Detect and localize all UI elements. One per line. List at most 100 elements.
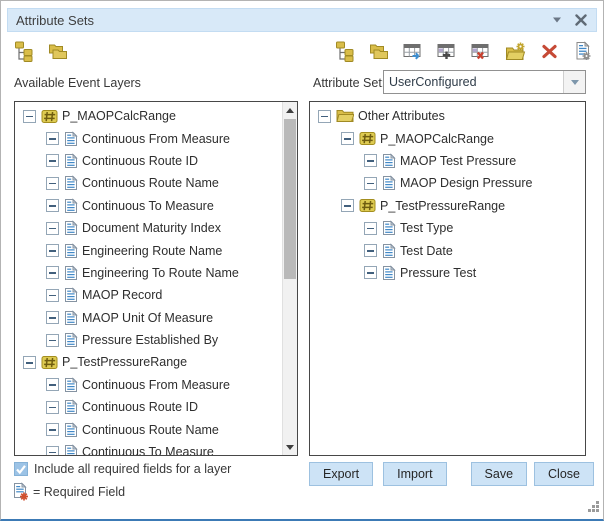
tree-item[interactable]: Engineering To Route Name (15, 262, 282, 284)
close-icon[interactable] (572, 11, 590, 29)
tree-item[interactable]: Continuous From Measure (15, 127, 282, 149)
collapse-all-icon[interactable] (47, 40, 69, 62)
collapse-toggle[interactable] (364, 222, 377, 235)
tree-item[interactable]: Continuous Route ID (15, 396, 282, 418)
tree-item-label: Document Maturity Index (82, 221, 221, 235)
delete-x-icon[interactable] (538, 40, 560, 62)
field-document-icon (64, 198, 78, 214)
collapse-toggle[interactable] (46, 311, 59, 324)
footer-buttons: Export Import SaveClose (309, 462, 594, 486)
tree-item[interactable]: Other Attributes (310, 105, 585, 127)
collapse-toggle[interactable] (46, 177, 59, 190)
collapse-toggle[interactable] (46, 423, 59, 436)
collapse-toggle[interactable] (364, 177, 377, 190)
left-panel-scrollbar[interactable] (282, 102, 297, 455)
tree-item-label: Continuous From Measure (82, 378, 230, 392)
collapse-toggle[interactable] (46, 401, 59, 414)
attribute-set-label: Attribute Set: (313, 76, 385, 90)
tree-item-label: Continuous To Measure (82, 445, 214, 455)
export-button[interactable]: Export (309, 462, 373, 486)
import-button[interactable]: Import (383, 462, 446, 486)
field-document-icon (64, 243, 78, 259)
tree-item[interactable]: Continuous Route Name (15, 172, 282, 194)
expand-all-icon[interactable] (13, 40, 35, 62)
collapse-toggle[interactable] (46, 199, 59, 212)
attribute-set-tree-panel: Other AttributesP_MAOPCalcRange MAOP Test… (309, 101, 586, 456)
required-field-legend: = Required Field (13, 482, 125, 501)
collapse-toggle[interactable] (23, 110, 36, 123)
include-required-fields-checkbox[interactable] (14, 462, 28, 476)
tree-item[interactable]: Continuous To Measure (15, 441, 282, 455)
field-document-icon (64, 175, 78, 191)
expand-all-icon[interactable] (334, 40, 356, 62)
collapse-toggle[interactable] (46, 334, 59, 347)
tree-item[interactable]: MAOP Design Pressure (310, 172, 585, 194)
table-arrow-icon[interactable] (402, 40, 424, 62)
toolbar-right-group (334, 39, 594, 63)
tree-item[interactable]: P_TestPressureRange (15, 351, 282, 373)
field-document-icon (382, 175, 396, 191)
collapse-toggle[interactable] (46, 266, 59, 279)
tree-item[interactable]: Pressure Established By (15, 329, 282, 351)
tree-item[interactable]: MAOP Record (15, 284, 282, 306)
tree-item[interactable]: P_TestPressureRange (310, 195, 585, 217)
tree-item[interactable]: Continuous To Measure (15, 195, 282, 217)
tree-item[interactable]: Continuous Route ID (15, 150, 282, 172)
event-layer-icon (41, 355, 58, 370)
collapse-caret-icon[interactable] (548, 11, 566, 29)
tree-item-label: Pressure Test (400, 266, 476, 280)
scroll-up-arrow-icon[interactable] (283, 103, 297, 117)
collapse-toggle[interactable] (364, 266, 377, 279)
titlebar-controls (548, 11, 590, 29)
close-button[interactable]: Close (534, 462, 594, 486)
include-required-fields-label: Include all required fields for a layer (34, 462, 231, 476)
tree-item[interactable]: Engineering Route Name (15, 239, 282, 261)
save-button[interactable]: Save (471, 462, 528, 486)
titlebar: Attribute Sets (7, 8, 597, 32)
tree-item[interactable]: Continuous From Measure (15, 374, 282, 396)
collapse-toggle[interactable] (364, 154, 377, 167)
collapse-toggle[interactable] (23, 356, 36, 369)
tree-item-label: Continuous Route Name (82, 423, 219, 437)
document-gear-icon[interactable] (572, 40, 594, 62)
collapse-toggle[interactable] (341, 132, 354, 145)
field-document-icon (64, 332, 78, 348)
table-remove-icon[interactable] (470, 40, 492, 62)
tree-item[interactable]: Pressure Test (310, 262, 585, 284)
table-add-icon[interactable] (436, 40, 458, 62)
tree-item[interactable]: Test Date (310, 239, 585, 261)
scroll-down-arrow-icon[interactable] (283, 440, 297, 454)
collapse-toggle[interactable] (46, 289, 59, 302)
collapse-toggle[interactable] (318, 110, 331, 123)
tree-item[interactable]: P_MAOPCalcRange (310, 127, 585, 149)
collapse-toggle[interactable] (46, 154, 59, 167)
collapse-toggle[interactable] (46, 244, 59, 257)
tree-item[interactable]: P_MAOPCalcRange (15, 105, 282, 127)
collapse-toggle[interactable] (341, 199, 354, 212)
tree-item[interactable]: Test Type (310, 217, 585, 239)
folder-gear-icon[interactable] (504, 40, 526, 62)
field-document-icon (382, 265, 396, 281)
collapse-all-icon[interactable] (368, 40, 390, 62)
tree-item[interactable]: MAOP Test Pressure (310, 150, 585, 172)
collapse-toggle[interactable] (46, 222, 59, 235)
tree-item[interactable]: Document Maturity Index (15, 217, 282, 239)
tree-item[interactable]: Continuous Route Name (15, 418, 282, 440)
folder-icon (336, 109, 354, 123)
tree-item-label: MAOP Design Pressure (400, 176, 532, 190)
available-layers-tree: P_MAOPCalcRangeContinuous From MeasureCo… (15, 102, 282, 455)
collapse-toggle[interactable] (46, 446, 59, 455)
toolbar (13, 39, 594, 63)
collapse-toggle[interactable] (364, 244, 377, 257)
tree-item[interactable]: MAOP Unit Of Measure (15, 307, 282, 329)
collapse-toggle[interactable] (46, 132, 59, 145)
dropdown-arrow-button[interactable] (563, 71, 585, 93)
field-document-icon (64, 422, 78, 438)
tree-item-label: MAOP Test Pressure (400, 154, 516, 168)
collapse-toggle[interactable] (46, 378, 59, 391)
scrollbar-thumb[interactable] (284, 119, 296, 279)
resize-grip[interactable] (587, 500, 600, 516)
tree-item-label: P_TestPressureRange (62, 355, 187, 369)
attribute-set-dropdown[interactable]: UserConfigured (383, 70, 586, 94)
attribute-sets-dialog: Attribute Sets (0, 0, 604, 521)
